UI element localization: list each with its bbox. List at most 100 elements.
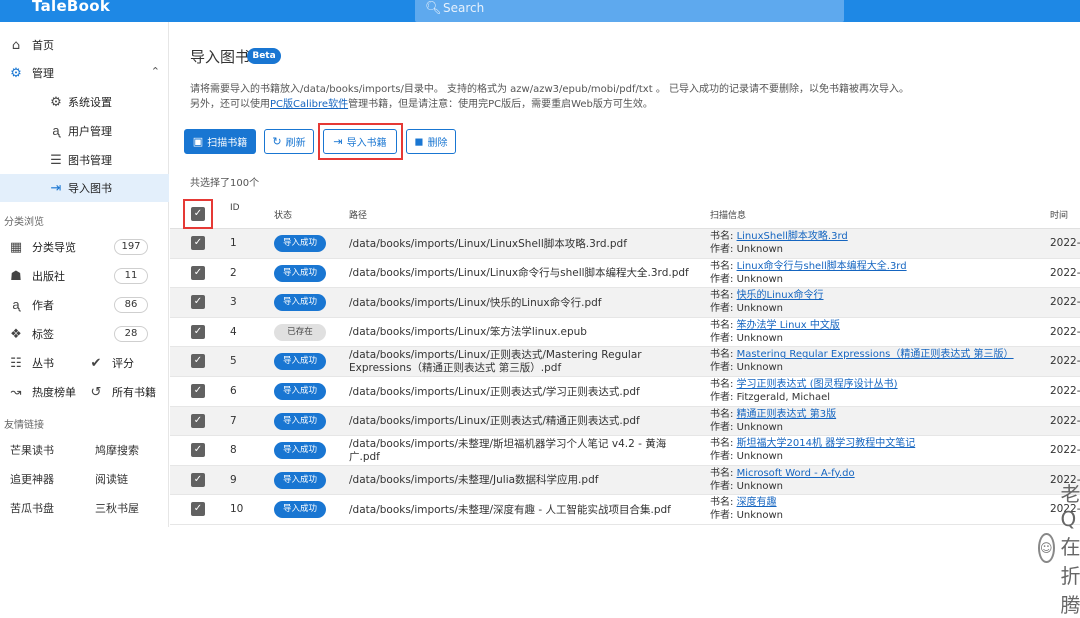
book-title-link[interactable]: 斯坦福大学2014机 器学习教程中文笔记: [737, 438, 916, 449]
sidebar-item-system-settings[interactable]: ⚙ 系统设置: [48, 88, 168, 116]
row-checkbox[interactable]: ✓: [191, 472, 205, 487]
search-bar[interactable]: 🔍︎ Search: [415, 0, 844, 22]
table-row[interactable]: ✓ 6 导入成功/data/books/imports/Linux/正则表达式/学习…: [170, 377, 1080, 407]
app-title[interactable]: TaleBook: [32, 0, 110, 15]
row-checkbox[interactable]: ✓: [191, 384, 205, 398]
status-badge: 导入成功: [274, 471, 326, 489]
sidebar-item-label: 标签: [32, 328, 54, 341]
path-text: /data/books/imports/Linux/正则表达式/Masterin…: [349, 349, 642, 375]
cell-path: /data/books/imports/Linux/笨方法学linux.epub: [349, 320, 694, 346]
sidebar-item-label: 作者: [32, 299, 54, 312]
sidebar-item-label: 首页: [32, 39, 54, 52]
button-label: 扫描书籍: [207, 138, 248, 149]
history-icon: ↺: [90, 384, 102, 400]
book-title-link[interactable]: 学习正则表达式 (图灵程序设计丛书): [737, 379, 898, 390]
row-checkbox[interactable]: ✓: [191, 443, 205, 458]
grid-icon: ▦: [9, 239, 23, 255]
trash-icon: ◼: [414, 135, 424, 148]
table-row[interactable]: ✓ 5 导入成功/data/books/imports/Linux/正则表达式/Ma…: [170, 347, 1080, 377]
sidebar-item-all-books[interactable]: ↺ 所有书籍: [88, 378, 168, 406]
column-header-path[interactable]: 路径: [349, 208, 367, 221]
table-row[interactable]: ✓ 8 导入成功/data/books/imports/未整理/斯坦福机器学习个人笔…: [170, 436, 1080, 466]
column-header-id[interactable]: ID: [230, 203, 240, 213]
row-checkbox[interactable]: ✓: [191, 295, 205, 310]
sidebar-item-book-management[interactable]: ☰ 图书管理: [48, 146, 168, 174]
book-title-link[interactable]: 快乐的Linux命令行: [737, 290, 824, 301]
tag-icon: ❖: [10, 326, 22, 342]
scan-books-button[interactable]: ▣ 扫描书籍: [184, 129, 256, 154]
author-label: 作者:: [710, 510, 734, 522]
column-header-time[interactable]: 时间: [1050, 208, 1068, 221]
title-label: 书名:: [710, 290, 734, 302]
note-text: 另外，还可以使用: [190, 99, 270, 110]
table-row[interactable]: ✓ 7 导入成功/data/books/imports/Linux/正则表达式/精通…: [170, 406, 1080, 437]
author-value: Unknown: [736, 273, 783, 285]
row-checkbox[interactable]: ✓: [191, 236, 205, 250]
author-label: 作者:: [710, 273, 734, 285]
sidebar-item-series[interactable]: ☷ 丛书: [8, 349, 83, 377]
friend-link[interactable]: 追更神器: [10, 465, 80, 493]
delete-button[interactable]: ◼ 删除: [406, 129, 456, 154]
import-icon: ⇥: [50, 180, 62, 196]
sidebar-item-publishers[interactable]: ☗ 出版社 11: [8, 262, 168, 290]
sidebar-item-authors[interactable]: ᶏ 作者 86: [8, 291, 168, 319]
row-checkbox[interactable]: ✓: [191, 502, 205, 517]
book-title-link[interactable]: 深度有趣: [737, 497, 777, 508]
friend-link[interactable]: 三秋书屋: [95, 494, 165, 522]
table-row[interactable]: ✓ 2 导入成功/data/books/imports/Linux/Linux命令行…: [170, 259, 1080, 289]
button-label: 删除: [427, 138, 448, 149]
calibre-link[interactable]: PC版Calibre软件: [270, 99, 348, 110]
cell-path: /data/books/imports/未整理/Julia数据科学应用.pdf: [349, 468, 694, 494]
cell-time: 2022-: [1050, 266, 1080, 279]
column-header-scan-info[interactable]: 扫描信息: [710, 208, 746, 221]
watermark-text: 老Q在折腾: [1060, 482, 1080, 617]
section-title-links: 友情链接: [4, 420, 44, 431]
row-checkbox[interactable]: ✓: [191, 413, 205, 428]
row-checkbox[interactable]: ✓: [191, 324, 205, 339]
sidebar-item-categories[interactable]: ▦ 分类导览 197: [8, 233, 168, 261]
count-badge: 197: [114, 239, 148, 255]
book-title-link[interactable]: Mastering Regular Expressions（精通正则表达式 第三…: [737, 349, 1014, 360]
table-row[interactable]: ✓ 1 导入成功/data/books/imports/Linux/LinuxShe…: [170, 229, 1080, 259]
book-title-link[interactable]: 精通正则表达式 第3版: [737, 409, 837, 420]
title-label: 书名:: [710, 349, 734, 361]
table-row[interactable]: ✓ 10 导入成功/data/books/imports/未整理/深度有趣 - 人工…: [170, 495, 1080, 525]
table-row[interactable]: ✓ 9 导入成功/data/books/imports/未整理/Julia数据科学应…: [170, 465, 1080, 496]
cell-id: 9: [230, 473, 237, 486]
row-checkbox[interactable]: ✓: [191, 265, 205, 280]
title-label: 书名:: [710, 379, 734, 390]
book-title-link[interactable]: LinuxShell脚本攻略.3rd: [737, 231, 848, 242]
calibre-note: 另外，还可以使用PC版Calibre软件管理书籍，但是请注意：使用完PC版后，需…: [190, 95, 653, 110]
sidebar-item-rating[interactable]: ✔ 评分: [88, 349, 168, 377]
table-row[interactable]: ✓ 4 已存在/data/books/imports/Linux/笨方法学linux…: [170, 318, 1080, 348]
home-icon: ⌂: [11, 37, 21, 53]
book-title-link[interactable]: 笨办法学 Linux 中文版: [737, 320, 840, 331]
status-badge: 导入成功: [274, 442, 326, 460]
book-title-link[interactable]: Microsoft Word - A-fy.do: [737, 468, 855, 479]
sidebar-item-import-books[interactable]: ⇥ 导入图书: [0, 174, 169, 202]
author-icon: ᶏ: [12, 298, 20, 313]
column-header-status[interactable]: 状态: [274, 208, 292, 221]
author-label: 作者:: [710, 332, 734, 344]
sidebar-item-hot-list[interactable]: ↝ 热度榜单: [8, 378, 83, 406]
link-label: 苦瓜书盘: [10, 502, 54, 515]
friend-link[interactable]: 阅读链: [95, 465, 165, 493]
main-content: 导入图书 Beta 请将需要导入的书籍放入/data/books/imports…: [170, 22, 1080, 617]
table-row[interactable]: ✓ 3 导入成功/data/books/imports/Linux/快乐的Linux…: [170, 288, 1080, 318]
sidebar-item-home[interactable]: ⌂ 首页: [8, 31, 168, 59]
book-title-link[interactable]: Linux命令行与shell脚本编程大全.3rd: [737, 261, 907, 272]
author-value: Unknown: [736, 510, 783, 522]
search-input[interactable]: Search: [443, 1, 484, 15]
refresh-button[interactable]: ↻ 刷新: [264, 129, 314, 154]
cell-time: 2022-: [1050, 325, 1080, 338]
sidebar-item-tags[interactable]: ❖ 标签 28: [8, 320, 168, 348]
cell-scan-info: 书名: 学习正则表达式 (图灵程序设计丛书) 作者: Fitzgerald, Mi…: [710, 378, 898, 404]
path-text: /data/books/imports/未整理/Julia数据科学应用.pdf: [349, 474, 599, 487]
sidebar-item-admin[interactable]: ⚙ 管理 ⌃: [8, 59, 160, 87]
friend-link[interactable]: 苦瓜书盘: [10, 494, 80, 522]
chevron-up-icon[interactable]: ⌃: [151, 65, 160, 78]
sidebar-item-user-management[interactable]: ᶏ 用户管理: [48, 117, 168, 145]
friend-link[interactable]: 鸠摩搜索: [95, 436, 165, 464]
row-checkbox[interactable]: ✓: [191, 354, 205, 369]
friend-link[interactable]: 芒果读书: [10, 436, 80, 464]
